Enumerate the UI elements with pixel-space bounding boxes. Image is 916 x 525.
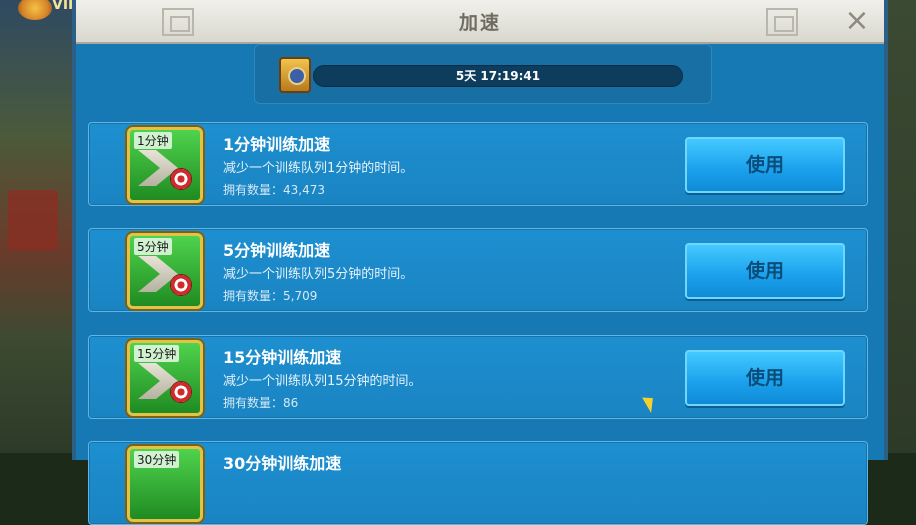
item-title: 15分钟训练加速 — [223, 348, 342, 367]
close-button[interactable]: × — [840, 4, 874, 38]
item-duration-badge: 1分钟 — [134, 132, 172, 149]
training-speedup-icon: 15分钟 — [127, 340, 203, 416]
use-button[interactable]: 使用 — [685, 350, 845, 406]
city-scene-left — [0, 0, 74, 453]
target-icon — [170, 381, 192, 403]
training-speedup-icon: 5分钟 — [127, 233, 203, 309]
dialog-title-bar: 加速 × — [76, 0, 884, 44]
timer-remaining: 5天 17:19:41 — [455, 69, 541, 83]
city-scene-right — [888, 0, 916, 453]
dialog-title: 加速 — [458, 12, 501, 34]
item-title: 1分钟训练加速 — [223, 135, 331, 154]
training-speedup-icon: 1分钟 — [127, 127, 203, 203]
item-duration-badge: 5分钟 — [134, 238, 172, 255]
training-timer-panel: 5天 17:19:41 — [254, 44, 712, 104]
training-queue-icon — [279, 57, 311, 93]
speedup-item-row: 15分钟 15分钟训练加速 减少一个训练队列15分钟的时间。 拥有数量：86 使… — [88, 335, 868, 419]
item-title: 30分钟训练加速 — [223, 454, 342, 473]
item-description: 减少一个训练队列1分钟的时间。 — [223, 161, 414, 176]
target-icon — [170, 274, 192, 296]
item-description: 减少一个训练队列5分钟的时间。 — [223, 267, 414, 282]
training-speedup-icon: 30分钟 — [127, 446, 203, 522]
item-owned-count: 拥有数量：86 — [223, 396, 299, 410]
item-owned-count: 拥有数量：5,709 — [223, 289, 318, 303]
item-owned-count: 拥有数量：43,473 — [223, 183, 325, 197]
item-title: 5分钟训练加速 — [223, 241, 331, 260]
item-duration-badge: 15分钟 — [134, 345, 180, 362]
target-icon — [170, 168, 192, 190]
item-duration-badge: 30分钟 — [134, 451, 180, 468]
speedup-item-row: 5分钟 5分钟训练加速 减少一个训练队列5分钟的时间。 拥有数量：5,709 使… — [88, 228, 868, 312]
item-description: 减少一个训练队列15分钟的时间。 — [223, 374, 422, 389]
right-ornament-icon — [766, 8, 798, 36]
use-button[interactable]: 使用 — [685, 243, 845, 299]
use-button[interactable]: 使用 — [685, 137, 845, 193]
speedup-item-row: 30分钟 30分钟训练加速 — [88, 441, 868, 525]
speedup-item-row: 1分钟 1分钟训练加速 减少一个训练队列1分钟的时间。 拥有数量：43,473 … — [88, 122, 868, 206]
